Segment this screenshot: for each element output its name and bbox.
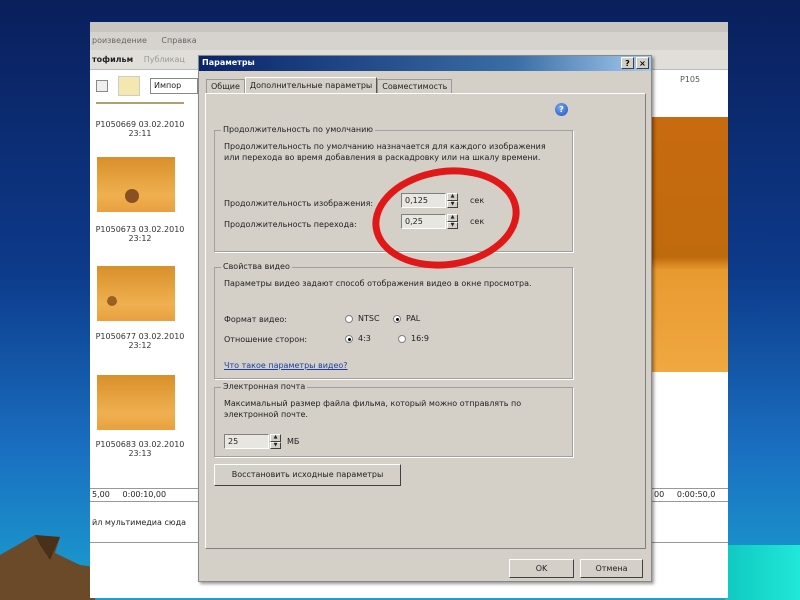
cancel-button[interactable]: Отмена [580,559,643,578]
menu-bar: роизведение Справка [90,32,728,50]
close-button[interactable]: × [636,57,649,69]
ok-button[interactable]: OK [509,559,574,578]
clip-caption: P1050683 03.02.2010 23:13 [95,440,185,458]
menu-playback[interactable]: роизведение [92,36,147,45]
transition-duration-label: Продолжительность перехода: [224,220,357,229]
video-format-label: Формат видео: [224,315,287,324]
unit-label: МБ [287,437,300,446]
toolbar-movie[interactable]: тофильм [92,55,133,64]
group-legend: Продолжительность по умолчанию [221,125,376,134]
tab-panel: ? Продолжительность по умолчанию Продолж… [205,93,646,549]
preview-label: P105 [680,75,701,84]
clip-thumbnail[interactable] [97,157,175,212]
email-size-stepper[interactable]: 25 ▲ ▼ МБ [224,434,299,449]
radio-label: 4:3 [358,334,371,343]
radio-16-9[interactable]: 16:9 [398,334,429,343]
tab-general[interactable]: Общие [206,79,245,93]
import-button[interactable]: Импор [150,78,198,94]
radio-ntsc[interactable]: NTSC [345,314,380,323]
radio-pal[interactable]: PAL [393,314,420,323]
slide-decor-teal [725,545,800,600]
preview-monitor [652,117,728,372]
timeline-track-hint: йл мультимедиа сюда [92,518,187,527]
dialog-title: Параметры [202,58,255,67]
group-description: Продолжительность по умолчанию назначает… [224,142,546,162]
collection-panel: Импор P1050669 03.02.2010 23:11 P1050673… [90,70,198,480]
menu-help[interactable]: Справка [161,36,196,45]
toolbar-publish[interactable]: Публикац [144,55,185,64]
options-dialog: Параметры ? × Общие Дополнительные парам… [198,55,652,582]
help-icon[interactable]: ? [555,103,568,116]
clip-thumbnail[interactable] [97,266,175,321]
clip-caption: P1050669 03.02.2010 23:11 [95,120,185,138]
spin-up-icon[interactable]: ▲ [270,434,281,442]
aspect-ratio-label: Отношение сторон: [224,335,308,344]
radio-4-3[interactable]: 4:3 [345,334,371,343]
clip-caption: P1050677 03.02.2010 23:12 [95,332,185,350]
clip-caption: P1050673 03.02.2010 23:12 [95,225,185,243]
group-legend: Электронная почта [221,382,308,391]
window-top [90,22,728,32]
spin-down-icon[interactable]: ▼ [270,441,281,449]
group-legend: Свойства видео [221,262,292,271]
ruler-left: 5,00 0:00:10,00 [92,490,167,499]
group-description: Параметры видео задают способ отображени… [224,279,532,288]
folder-icon[interactable] [118,76,140,96]
radio-label: PAL [406,314,421,323]
tab-advanced[interactable]: Дополнительные параметры [244,77,378,93]
tab-compatibility[interactable]: Совместимость [377,79,453,93]
slide-decor-mountain [0,535,95,600]
storyboard-icon[interactable] [96,80,108,92]
email-size-input[interactable]: 25 [224,434,269,449]
divider [96,102,184,104]
video-properties-group: Свойства видео Параметры видео задают сп… [214,262,573,379]
radio-label: 16:9 [411,334,429,343]
ruler-right: 00 0:00:50,0 [654,490,716,499]
restore-defaults-button[interactable]: Восстановить исходные параметры [214,464,401,486]
tab-strip: Общие Дополнительные параметры Совместим… [206,77,453,93]
video-settings-help-link[interactable]: Что такое параметры видео? [224,360,348,371]
help-title-button[interactable]: ? [621,57,634,69]
email-group: Электронная почта Максимальный размер фа… [214,382,573,457]
group-description: Максимальный размер файла фильма, которы… [224,399,522,419]
radio-label: NTSC [358,314,380,323]
clip-thumbnail[interactable] [97,375,175,430]
dialog-title-bar: Параметры ? × [199,56,651,71]
image-duration-label: Продолжительность изображения: [224,199,374,208]
